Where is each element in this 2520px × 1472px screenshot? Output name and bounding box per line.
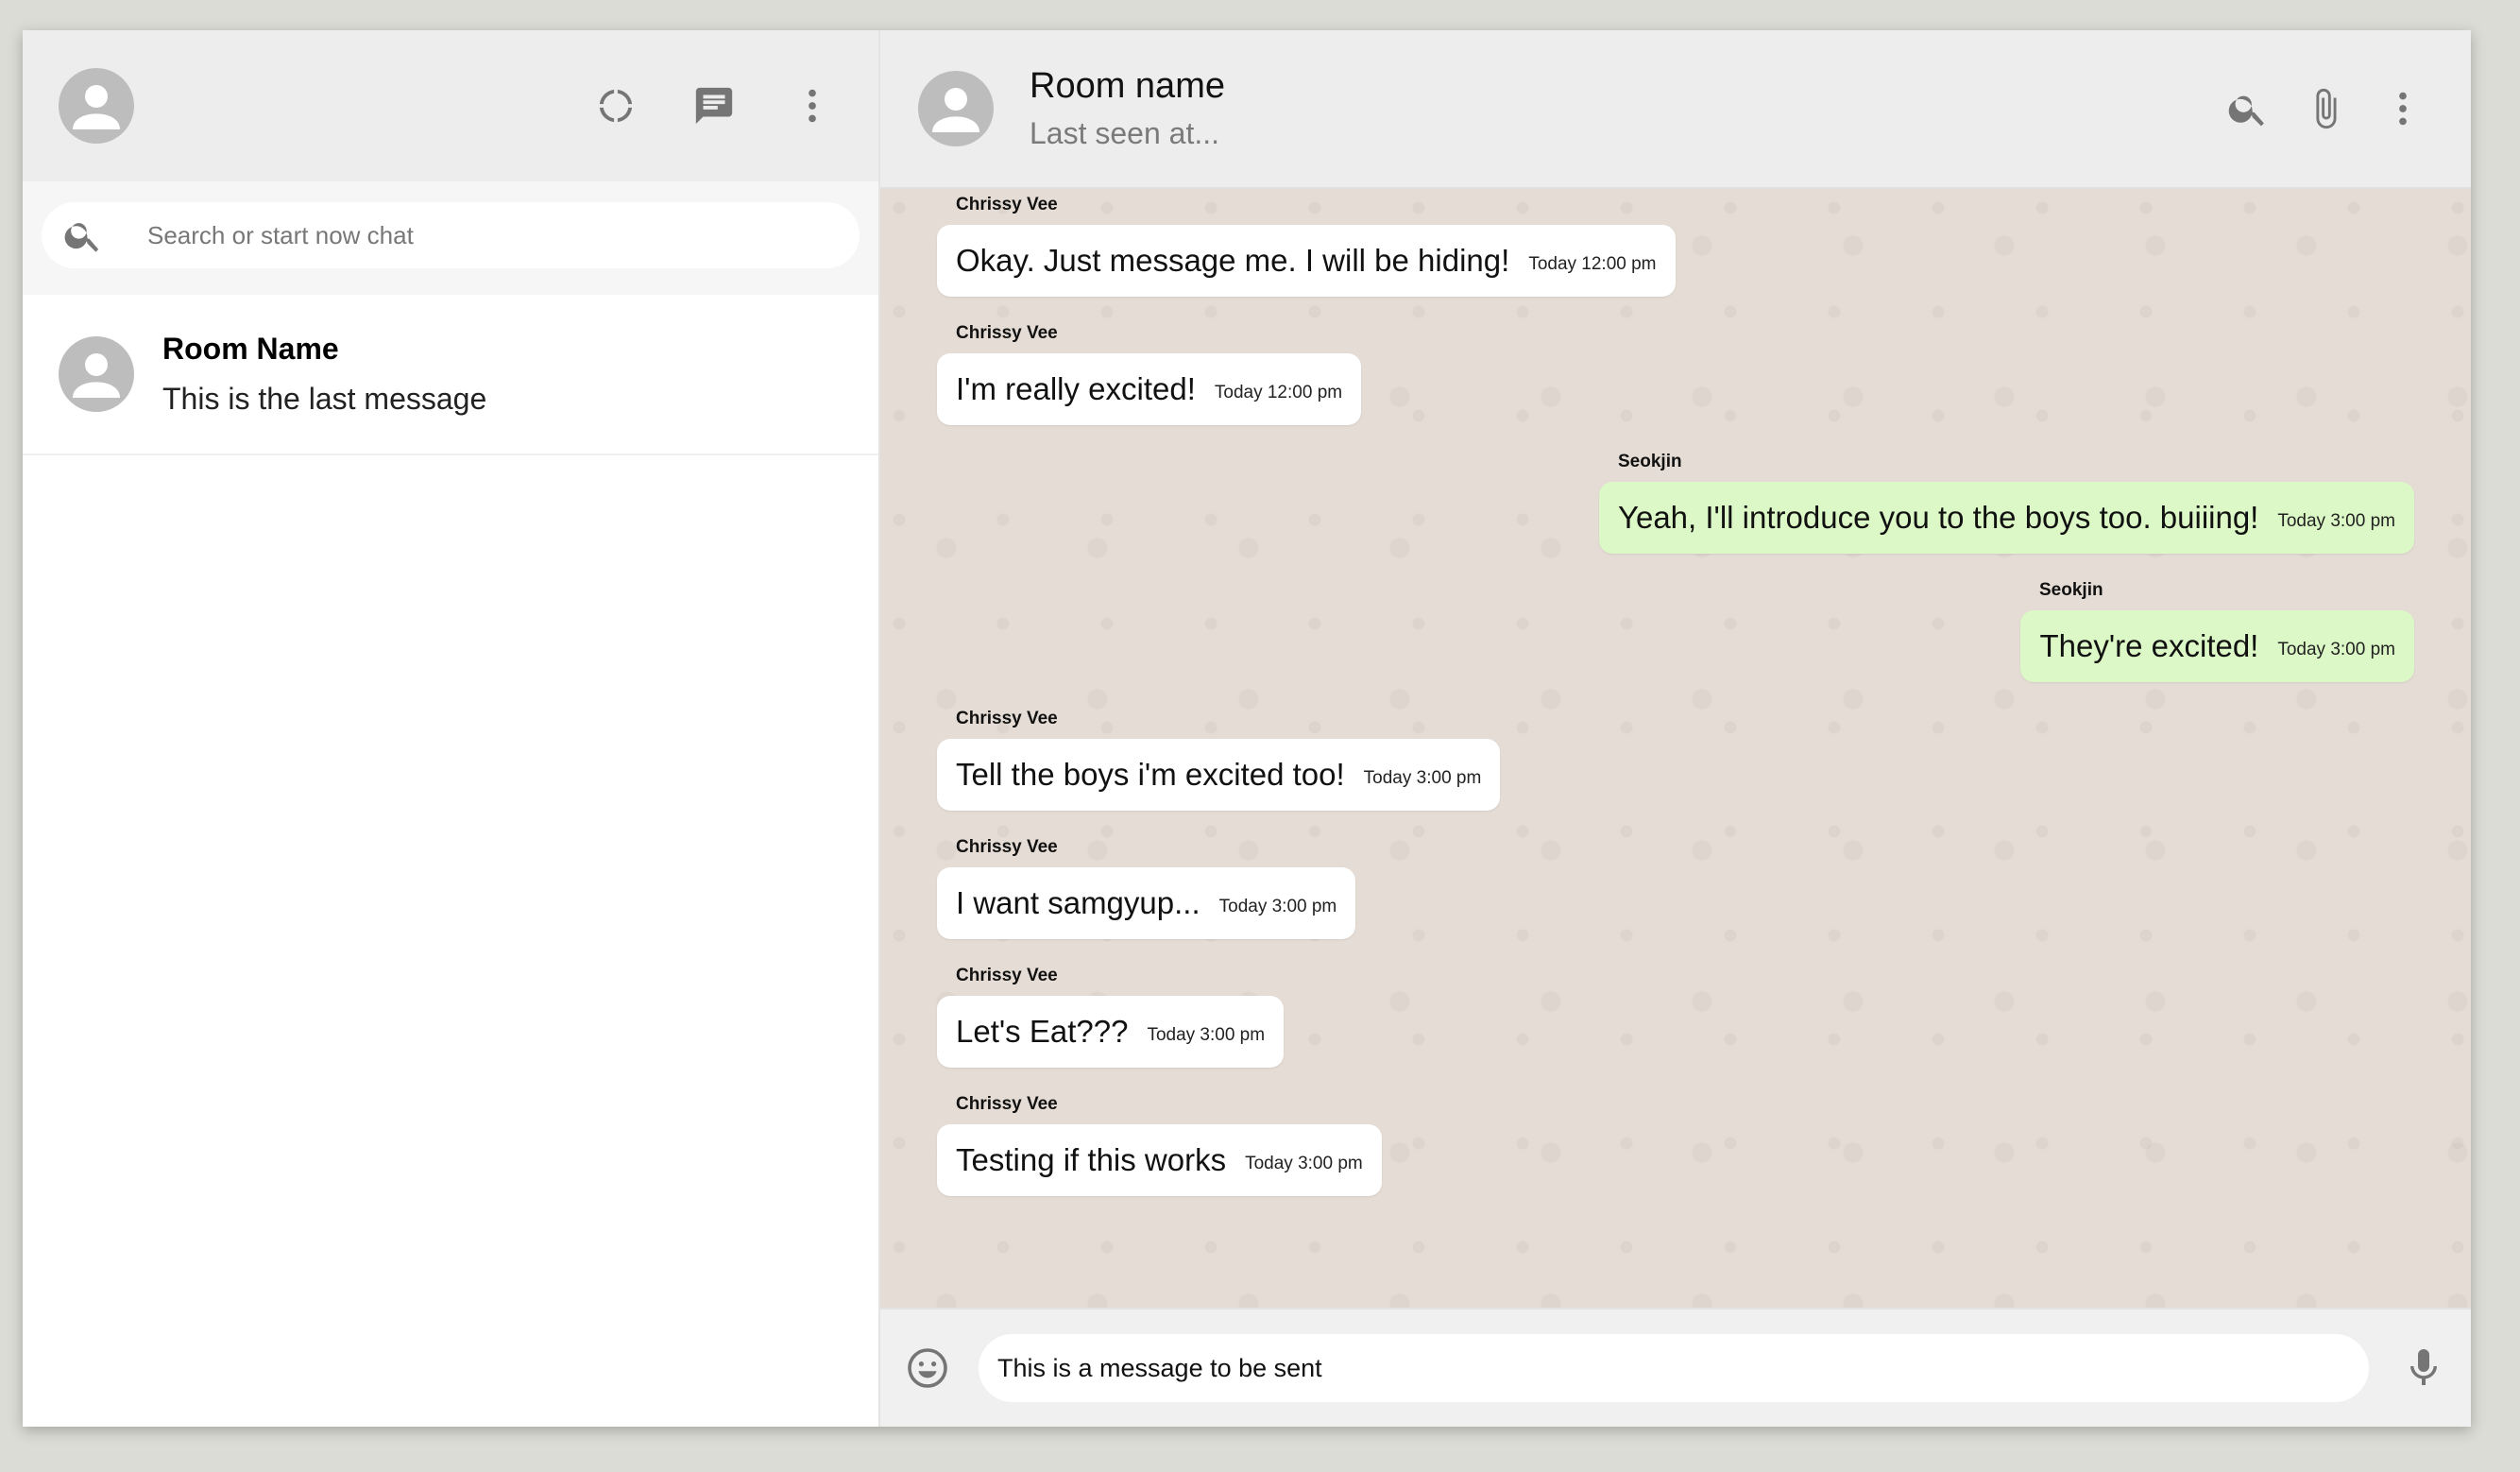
search-icon [64,223,99,252]
status-button[interactable] [586,76,646,136]
person-icon [73,353,120,398]
chat-list: Room Name This is the last message [23,295,878,455]
user-avatar[interactable] [59,68,134,144]
message-sender: Chrissy Vee [956,709,1058,728]
chat-header: Room name Last seen at... [880,30,2471,189]
person-icon [73,85,120,129]
emoji-icon [908,1348,947,1388]
status-icon [599,89,633,123]
sidebar: Room Name This is the last message [23,30,880,1427]
message-text: Okay. Just message me. I will be hiding! [956,243,1510,278]
room-title: Room name [1030,66,1225,106]
message-timestamp: Today 12:00 pm [1214,383,1343,402]
message-timestamp: Today 3:00 pm [1363,768,1482,788]
search-input[interactable] [147,220,839,250]
message: Chrissy Vee Okay. Just message me. I wil… [937,195,2414,297]
mic-button[interactable] [2395,1340,2452,1396]
message-text: Let's Eat??? [956,1014,1129,1049]
message-text: I want samgyup... [956,885,1200,920]
message: Chrissy Vee Let's Eat??? Today 3:00 pm [937,966,2414,1068]
message: Chrissy Vee Testing if this works Today … [937,1094,2414,1196]
message-composer [880,1308,2471,1427]
emoji-button[interactable] [899,1340,956,1396]
message-text: Testing if this works [956,1142,1227,1177]
message: Chrissy Vee I'm really excited! Today 12… [937,323,2414,425]
message: Chrissy Vee Tell the boys i'm excited to… [937,709,2414,811]
more-vert-icon [2399,92,2407,126]
message-timestamp: Today 3:00 pm [2277,640,2395,659]
sidebar-menu-button[interactable] [782,76,843,136]
message-list: Chrissy Vee Okay. Just message me. I wil… [880,189,2471,1308]
search-box [42,202,860,268]
message-sender: Seokjin [2039,580,2103,600]
message-text: Tell the boys i'm excited too! [956,757,1345,792]
message-bubble[interactable]: I'm really excited! Today 12:00 pm [937,353,1362,425]
message-bubble[interactable]: Let's Eat??? Today 3:00 pm [937,996,1285,1068]
message-timestamp: Today 3:00 pm [1218,897,1337,916]
search-bar [23,181,878,295]
chat-app-window: Room Name This is the last message Room … [23,30,2471,1427]
message-sender: Chrissy Vee [956,837,1058,857]
last-seen-status: Last seen at... [1030,116,1220,150]
message-text: Yeah, I'll introduce you to the boys too… [1617,500,2259,535]
message-sender: Chrissy Vee [956,323,1058,343]
chat-panel: Room name Last seen at... Chrissy Vee Ok… [880,30,2471,1427]
message-bubble[interactable]: Okay. Just message me. I will be hiding!… [937,225,1676,297]
search-icon [2228,95,2264,127]
message-sender: Chrissy Vee [956,966,1058,985]
more-vert-icon [809,89,816,123]
chat-icon [695,87,733,125]
message-bubble[interactable]: I want samgyup... Today 3:00 pm [937,867,1356,939]
message-sender: Seokjin [1618,452,1682,471]
chat-item-last-message: This is the last message [162,382,487,416]
message: Seokjin Yeah, I'll introduce you to the … [937,452,2414,554]
new-chat-button[interactable] [684,76,744,136]
chat-search-button[interactable] [2218,78,2278,139]
message-bubble[interactable]: Tell the boys i'm excited too! Today 3:0… [937,739,1501,811]
sidebar-header [23,30,878,181]
message-timestamp: Today 3:00 pm [1147,1025,1266,1045]
message-timestamp: Today 12:00 pm [1528,254,1657,274]
person-icon [932,88,979,132]
message-bubble[interactable]: Testing if this works Today 3:00 pm [937,1124,1382,1196]
attach-icon [2316,88,2337,129]
message-sender: Chrissy Vee [956,1094,1058,1114]
message-timestamp: Today 3:00 pm [1245,1154,1363,1173]
message: Seokjin They're excited! Today 3:00 pm [937,580,2414,682]
message: Chrissy Vee I want samgyup... Today 3:00… [937,837,2414,939]
room-avatar [59,336,134,412]
message-bubble[interactable]: They're excited! Today 3:00 pm [2020,610,2414,682]
attach-button[interactable] [2295,78,2356,139]
message-text: I'm really excited! [956,371,1196,406]
message-bubble[interactable]: Yeah, I'll introduce you to the boys too… [1598,482,2414,554]
message-text: They're excited! [2039,628,2259,663]
message-input[interactable] [979,1334,2369,1402]
message-timestamp: Today 3:00 pm [2277,511,2395,531]
mic-icon [2410,1349,2437,1385]
room-header-avatar[interactable] [918,71,994,146]
message-sender: Chrissy Vee [956,195,1058,214]
chat-menu-button[interactable] [2373,78,2433,139]
chat-item-name: Room Name [162,332,339,366]
chat-list-item[interactable]: Room Name This is the last message [23,295,878,455]
